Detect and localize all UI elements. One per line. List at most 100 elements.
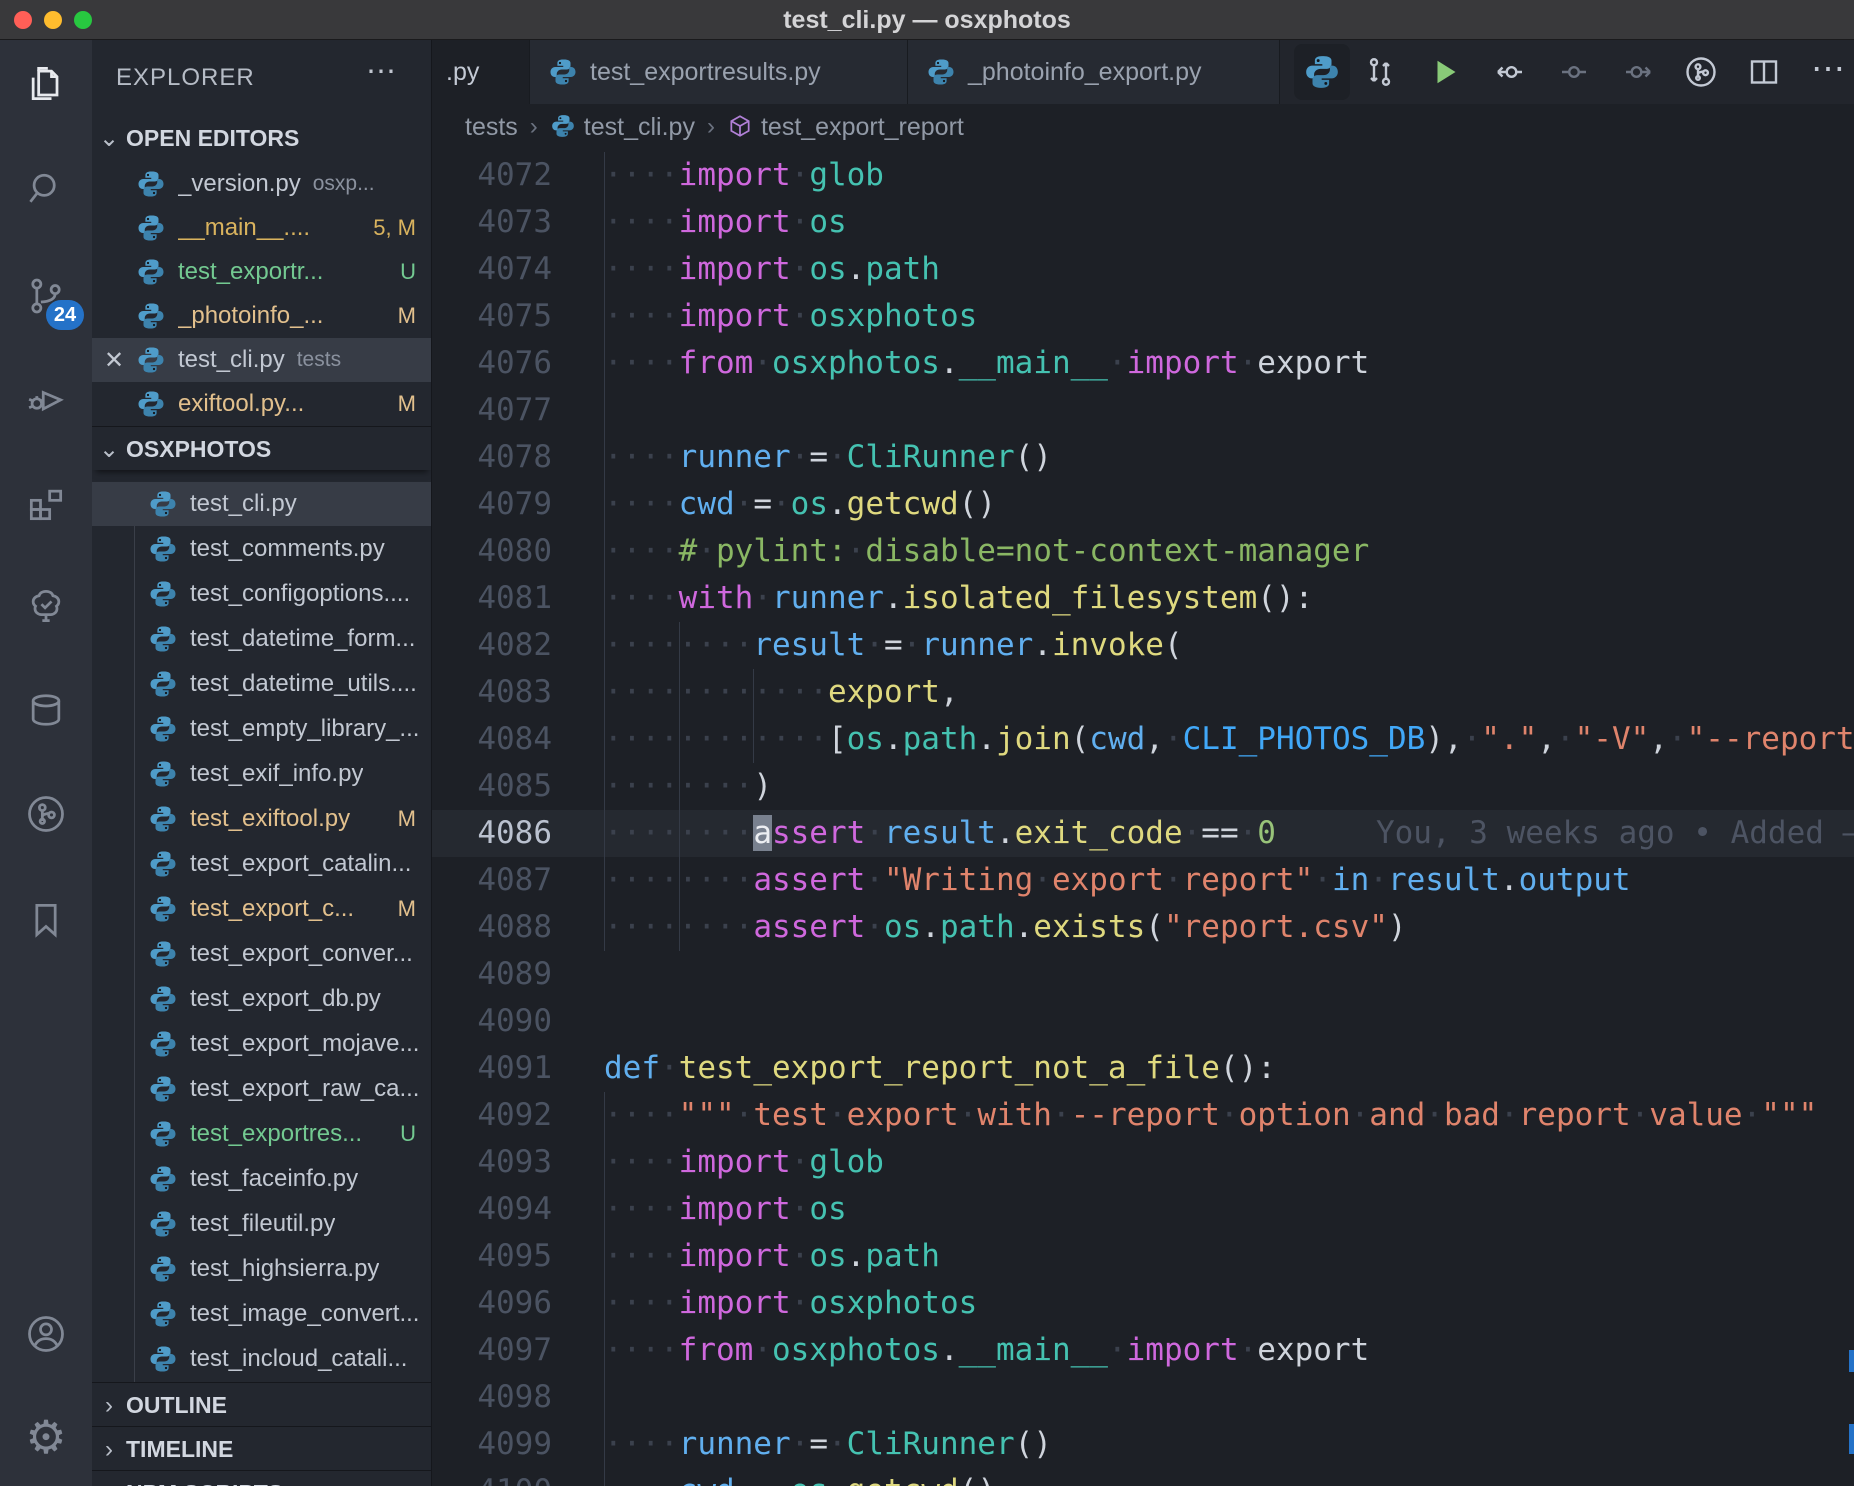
code-line-4091[interactable]: 4091def·test_export_report_not_a_file(): (432, 1045, 1854, 1092)
line-number: 4096 (432, 1280, 552, 1327)
code-text: ····import·osxphotos (604, 293, 977, 340)
activity-todo-tree-icon[interactable] (0, 562, 92, 650)
code-line-4085[interactable]: 4085········) (432, 763, 1854, 810)
activity-bookmarks-icon[interactable] (0, 876, 92, 964)
code-text: ········assert·"Writing·export·report"·i… (604, 857, 1631, 904)
tree-item-test_configoptions....[interactable]: test_configoptions.... (92, 572, 432, 616)
section-osxphotos[interactable]: ⌄OSXPHOTOS (92, 426, 432, 470)
tree-item-test_faceinfo.py[interactable]: test_faceinfo.py (92, 1157, 432, 1201)
code-line-4077[interactable]: 4077 (432, 387, 1854, 434)
whitespace-dot: · (791, 1285, 810, 1321)
toolbar-next-change-icon[interactable] (1620, 54, 1656, 90)
code-line-4073[interactable]: 4073····import·os (432, 199, 1854, 246)
activity-account-icon[interactable] (0, 1290, 92, 1378)
activity-extensions-icon[interactable] (0, 460, 92, 548)
activity-database-icon[interactable] (0, 666, 92, 754)
section-npm-scripts[interactable]: ›NPM SCRIPTS (92, 1470, 432, 1486)
activity-search-icon[interactable] (0, 145, 92, 233)
whitespace-dot: · (772, 1473, 791, 1486)
code-line-4099[interactable]: 4099····runner·=·CliRunner() (432, 1421, 1854, 1468)
toolbar-python-interpreter-icon[interactable] (1294, 44, 1350, 100)
activity-source-control-icon[interactable]: 24 (0, 252, 92, 340)
code-line-4098[interactable]: 4098 (432, 1374, 1854, 1421)
code-line-4100[interactable]: 4100····cwd·=·os.getcwd() (432, 1468, 1854, 1486)
activity-gitlens-icon[interactable] (0, 770, 92, 858)
code-line-4079[interactable]: 4079····cwd·=·os.getcwd() (432, 481, 1854, 528)
activity-run-debug-icon[interactable] (0, 354, 92, 442)
tree-item-test_highsierra.py[interactable]: test_highsierra.py (92, 1247, 432, 1291)
tree-item-test_exif_info.py[interactable]: test_exif_info.py (92, 752, 432, 796)
whitespace-dot: · (753, 1332, 772, 1368)
code-line-4072[interactable]: 4072····import·glob (432, 152, 1854, 199)
tree-item-test_export_conver...[interactable]: test_export_conver... (92, 932, 432, 976)
open-editor-test_exportr...[interactable]: test_exportr...U (92, 250, 432, 294)
breadcrumb-item[interactable]: tests (465, 113, 518, 142)
breadcrumb-item[interactable]: test_export_report (727, 113, 964, 142)
breadcrumb-item[interactable]: test_cli.py (550, 113, 695, 142)
toolbar-current-change-icon[interactable] (1556, 54, 1592, 90)
tree-item-test_fileutil.py[interactable]: test_fileutil.py (92, 1202, 432, 1246)
code-line-4089[interactable]: 4089 (432, 951, 1854, 998)
python-file-icon (148, 714, 178, 744)
tree-item-test_export_catalin...[interactable]: test_export_catalin... (92, 842, 432, 886)
open-editor-_version.py[interactable]: _version.pyosxp... (92, 162, 432, 206)
code-line-4080[interactable]: 4080····#·pylint:·disable=not-context-ma… (432, 528, 1854, 575)
tree-item-test_datetime_utils....[interactable]: test_datetime_utils.... (92, 662, 432, 706)
tab-test_exportresults.py[interactable]: test_exportresults.py (530, 40, 908, 104)
toolbar-compare-changes-icon[interactable] (1362, 54, 1398, 90)
toolbar-more-actions-icon[interactable]: ⋯ (1811, 54, 1847, 90)
section-outline[interactable]: ›OUTLINE (92, 1382, 432, 1426)
activity-settings-gear-icon[interactable]: ⚙ (0, 1393, 92, 1481)
activity-files-icon[interactable] (0, 40, 92, 128)
toolbar-split-editor-icon[interactable] (1746, 54, 1782, 90)
open-editor-__main__....[interactable]: __main__....5, M (92, 206, 432, 250)
code-line-4096[interactable]: 4096····import·osxphotos (432, 1280, 1854, 1327)
code-line-4086[interactable]: 4086········assert·result.exit_code·==·0… (432, 810, 1854, 857)
overview-ruler[interactable] (1849, 152, 1854, 1486)
tab-.py[interactable]: .py (432, 40, 530, 104)
open-editor-exiftool.py...[interactable]: exiftool.py...M (92, 382, 432, 426)
section-open-editors[interactable]: ⌄OPEN EDITORS (92, 116, 432, 160)
code-line-4093[interactable]: 4093····import·glob (432, 1139, 1854, 1186)
tree-item-test_comments.py[interactable]: test_comments.py (92, 527, 432, 571)
tree-item-test_export_c...[interactable]: test_export_c...M (92, 887, 432, 931)
whitespace-dot: · (1743, 1097, 1762, 1133)
code-line-4088[interactable]: 4088········assert·os.path.exists("repor… (432, 904, 1854, 951)
code-line-4075[interactable]: 4075····import·osxphotos (432, 293, 1854, 340)
tree-item-test_image_convert...[interactable]: test_image_convert... (92, 1292, 432, 1336)
tree-item-test_datetime_form...[interactable]: test_datetime_form... (92, 617, 432, 661)
code-editor[interactable]: 4072····import·glob4073····import·os4074… (432, 152, 1854, 1486)
code-line-4078[interactable]: 4078····runner·=·CliRunner() (432, 434, 1854, 481)
breadcrumb-separator: › (707, 113, 715, 141)
code-text: ····#·pylint:·disable=not-context-manage… (604, 528, 1369, 575)
tab-_photoinfo_export.py[interactable]: _photoinfo_export.py (908, 40, 1280, 104)
tree-item-test_exportres...[interactable]: test_exportres...U (92, 1112, 432, 1156)
tree-item-test_exiftool.py[interactable]: test_exiftool.pyM (92, 797, 432, 841)
tree-item-test_export_raw_ca...[interactable]: test_export_raw_ca... (92, 1067, 432, 1111)
code-line-4083[interactable]: 4083············export, (432, 669, 1854, 716)
tree-item-test_empty_library_...[interactable]: test_empty_library_... (92, 707, 432, 751)
explorer-more-actions-icon[interactable]: ⋯ (366, 54, 396, 89)
code-line-4094[interactable]: 4094····import·os (432, 1186, 1854, 1233)
open-editor-_photoinfo_...[interactable]: _photoinfo_...M (92, 294, 432, 338)
code-line-4090[interactable]: 4090 (432, 998, 1854, 1045)
toolbar-gitlens-mode-icon[interactable] (1683, 54, 1719, 90)
code-line-4095[interactable]: 4095····import·os.path (432, 1233, 1854, 1280)
code-line-4082[interactable]: 4082········result·=·runner.invoke( (432, 622, 1854, 669)
code-line-4074[interactable]: 4074····import·os.path (432, 246, 1854, 293)
toolbar-previous-change-icon[interactable] (1492, 54, 1528, 90)
tree-item-test_incloud_catali...[interactable]: test_incloud_catali... (92, 1337, 432, 1381)
section-timeline[interactable]: ›TIMELINE (92, 1426, 432, 1470)
tree-item-test_export_db.py[interactable]: test_export_db.py (92, 977, 432, 1021)
tree-item-test_export_mojave...[interactable]: test_export_mojave... (92, 1022, 432, 1066)
code-line-4097[interactable]: 4097····from·osxphotos.__main__·import·e… (432, 1327, 1854, 1374)
open-editor-test_cli.py[interactable]: ✕test_cli.pytests (92, 338, 432, 382)
code-line-4084[interactable]: 4084············[os.path.join(cwd,·CLI_P… (432, 716, 1854, 763)
tree-item-test_cli.py[interactable]: test_cli.py (92, 482, 432, 526)
code-line-4076[interactable]: 4076····from·osxphotos.__main__·import·e… (432, 340, 1854, 387)
code-line-4087[interactable]: 4087········assert·"Writing·export·repor… (432, 857, 1854, 904)
close-icon[interactable]: ✕ (92, 346, 136, 375)
code-line-4092[interactable]: 4092····"""·test·export·with·--report·op… (432, 1092, 1854, 1139)
toolbar-run-file-icon[interactable] (1427, 54, 1463, 90)
code-line-4081[interactable]: 4081····with·runner.isolated_filesystem(… (432, 575, 1854, 622)
